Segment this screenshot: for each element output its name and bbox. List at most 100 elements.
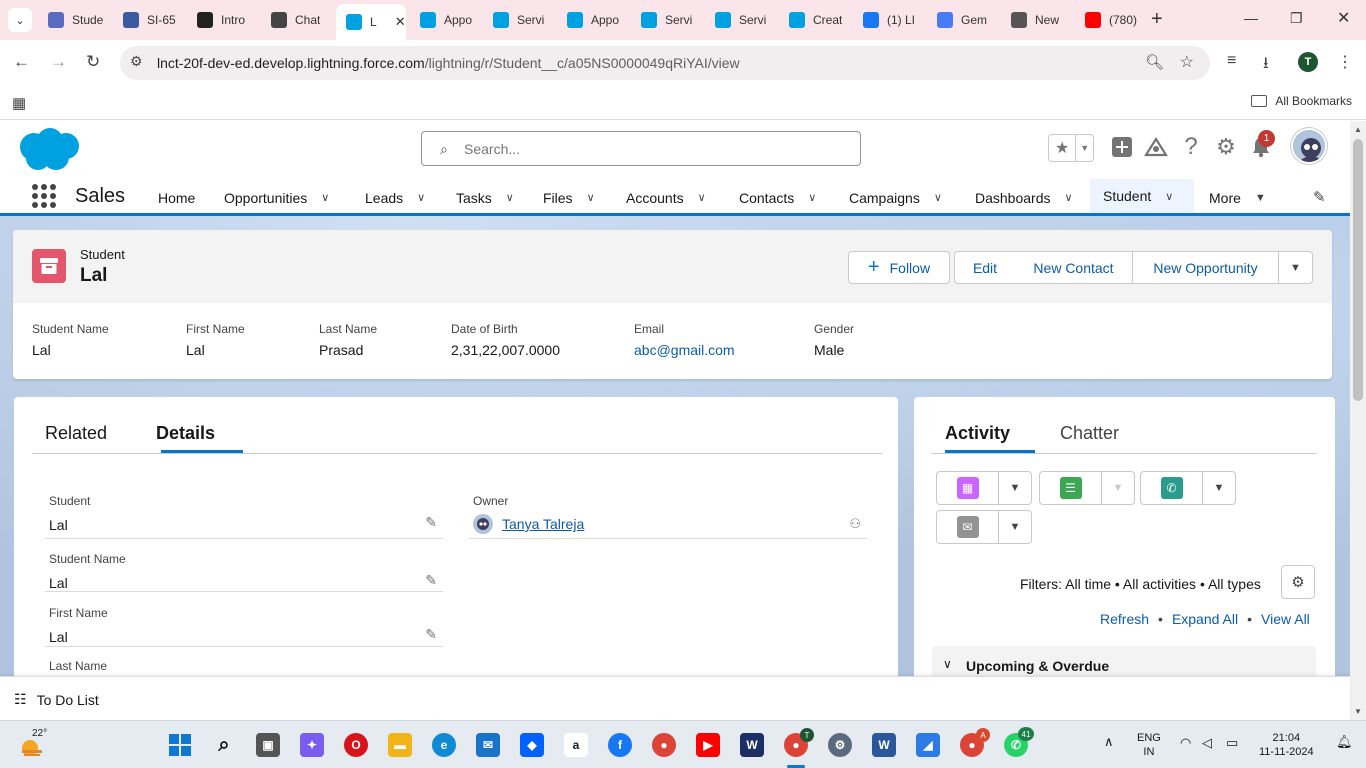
volume-icon[interactable]: ◁ (1202, 736, 1212, 750)
chevron-down-icon[interactable]: ∨ (417, 191, 425, 204)
file-explorer-icon[interactable]: ▬ (388, 733, 412, 757)
amazon-icon[interactable]: a (564, 733, 588, 757)
language-indicator[interactable]: ENG IN (1137, 731, 1161, 759)
webex-icon[interactable]: W (740, 733, 764, 757)
browser-tab[interactable]: Chat (261, 6, 331, 34)
browser-tab[interactable]: New (1001, 6, 1071, 34)
back-icon[interactable]: ← (13, 52, 30, 72)
nav-item-home[interactable]: Home (145, 179, 207, 216)
settings-icon[interactable]: ⚙ (828, 733, 852, 757)
help-icon[interactable]: ? (1178, 133, 1204, 160)
nav-item-leads[interactable]: Leads ∨ (352, 179, 438, 216)
youtube-icon[interactable]: ▶ (696, 733, 720, 757)
bookmark-star-icon[interactable]: ☆ (1180, 52, 1194, 72)
todo-list-button[interactable]: ☷ To Do List (14, 691, 99, 708)
nav-item-tasks[interactable]: Tasks ∨ (443, 179, 525, 216)
favorites-list-icon[interactable]: ▼ (1076, 135, 1093, 161)
tab-activity[interactable]: Activity (945, 423, 1010, 444)
owner-link[interactable]: Tanya Talreja (502, 516, 584, 532)
change-owner-icon[interactable]: ⚇ (849, 516, 861, 532)
more-actions-chevron-icon[interactable]: ▼ (1278, 251, 1313, 284)
browser-tab[interactable]: Intro (187, 6, 257, 34)
new-event-button[interactable]: ▦ ▼ (936, 471, 1032, 505)
minimize-icon[interactable]: — (1244, 10, 1258, 26)
scrollbar-thumb[interactable] (1353, 139, 1363, 401)
edit-nav-pencil-icon[interactable]: ✎ (1313, 188, 1326, 206)
media-controls-icon[interactable]: ≡ (1227, 52, 1236, 70)
new-task-button[interactable]: ☰ ▼ (1039, 471, 1135, 505)
setup-gear-icon[interactable]: ⚙ (1213, 134, 1239, 160)
wifi-icon[interactable]: ◠ (1180, 736, 1191, 750)
apps-grid-icon[interactable]: ▦ (12, 94, 26, 112)
address-bar[interactable]: ⚙ lnct-20f-dev-ed.develop.lightning.forc… (120, 46, 1210, 80)
browser-tab[interactable]: Appo (557, 6, 627, 34)
upcoming-overdue-section[interactable]: ∨ Upcoming & Overdue (932, 646, 1316, 676)
profile-avatar[interactable]: T (1298, 52, 1318, 72)
browser-tab[interactable]: Servi (705, 6, 775, 34)
follow-button[interactable]: + Follow (848, 251, 950, 284)
nav-item-opportunities[interactable]: Opportunities ∨ (211, 179, 347, 216)
browser-tab[interactable]: Gem (927, 6, 997, 34)
search-input[interactable] (464, 139, 844, 159)
refresh-link[interactable]: Refresh (1100, 611, 1149, 627)
salesforce-logo[interactable] (16, 127, 82, 173)
nav-item-accounts[interactable]: Accounts ∨ (613, 179, 721, 216)
word-icon[interactable]: W (872, 733, 896, 757)
expand-all-link[interactable]: Expand All (1172, 611, 1238, 627)
search-icon[interactable]: ⌕ (212, 733, 236, 757)
nav-item-dashboards[interactable]: Dashboards ∨ (962, 179, 1086, 216)
windows-start-icon[interactable] (168, 733, 192, 757)
edit-pencil-icon[interactable]: ✎ (425, 514, 437, 531)
opera-icon[interactable]: O (344, 733, 368, 757)
browser-tab[interactable]: Servi (631, 6, 701, 34)
log-call-button[interactable]: ✆ ▼ (1140, 471, 1236, 505)
view-all-link[interactable]: View All (1261, 611, 1310, 627)
nav-item-student[interactable]: Student ∨ (1090, 179, 1194, 216)
browser-tab[interactable]: Appo (410, 6, 480, 34)
chevron-down-icon[interactable]: ∨ (1065, 191, 1073, 204)
close-window-icon[interactable]: ✕ (1337, 8, 1350, 28)
weather-widget[interactable]: 22° (18, 728, 48, 760)
nav-item-campaigns[interactable]: Campaigns ∨ (836, 179, 957, 216)
clock[interactable]: 21:04 11-11-2024 (1259, 731, 1314, 759)
photos-icon[interactable]: ◢ (916, 733, 940, 757)
global-search[interactable]: ⌕ (421, 131, 861, 166)
trailhead-icon[interactable] (1143, 134, 1169, 160)
tab-related[interactable]: Related (45, 423, 107, 444)
chrome-icon[interactable]: ● (652, 733, 676, 757)
app-launcher-icon[interactable] (32, 184, 56, 208)
tab-search-button[interactable]: ⌄ (8, 8, 32, 32)
facebook-icon[interactable]: f (608, 733, 632, 757)
close-tab-icon[interactable]: ✕ (395, 14, 406, 30)
edit-button[interactable]: Edit (954, 251, 1016, 284)
browser-tab[interactable]: Stude (38, 6, 108, 34)
chevron-down-icon[interactable]: ∨ (698, 191, 706, 204)
edit-pencil-icon[interactable]: ✎ (425, 572, 437, 589)
battery-icon[interactable]: ▭ (1226, 736, 1238, 750)
site-info-icon[interactable]: ⚙ (130, 53, 143, 70)
favorites-star-icon[interactable]: ★ (1049, 135, 1077, 161)
notification-center-icon[interactable]: 🔔︎ (1336, 735, 1353, 749)
tab-details[interactable]: Details (156, 423, 215, 444)
global-actions-icon[interactable] (1109, 134, 1135, 160)
forward-icon[interactable]: → (50, 52, 67, 72)
chevron-down-icon[interactable]: ∨ (1165, 190, 1173, 203)
download-icon[interactable]: ⭳ (1263, 52, 1269, 79)
chevron-down-icon[interactable]: ▼ (1203, 472, 1235, 504)
email-button[interactable]: ✉ ▼ (936, 510, 1032, 544)
browser-tab[interactable]: Creat (779, 6, 849, 34)
reload-icon[interactable]: ↻ (86, 52, 100, 72)
browser-tab[interactable]: L ✕ (336, 4, 406, 40)
chevron-down-icon[interactable]: ∨ (808, 191, 816, 204)
user-avatar[interactable] (1291, 128, 1327, 164)
zoom-icon[interactable]: 🔍︎ (1145, 53, 1164, 71)
nav-item-files[interactable]: Files ∨ (530, 179, 608, 216)
mail-icon[interactable]: ✉ (476, 733, 500, 757)
browser-tab[interactable]: SI-65 (113, 6, 183, 34)
nav-item-contacts[interactable]: Contacts ∨ (726, 179, 831, 216)
chevron-down-icon[interactable]: ∨ (587, 191, 595, 204)
task-view-icon[interactable]: ▣ (256, 733, 280, 757)
page-scrollbar[interactable]: ▲ ▼ (1350, 121, 1366, 720)
email-link[interactable]: abc@gmail.com (634, 342, 735, 358)
tray-overflow-icon[interactable]: ∧ (1104, 735, 1114, 749)
